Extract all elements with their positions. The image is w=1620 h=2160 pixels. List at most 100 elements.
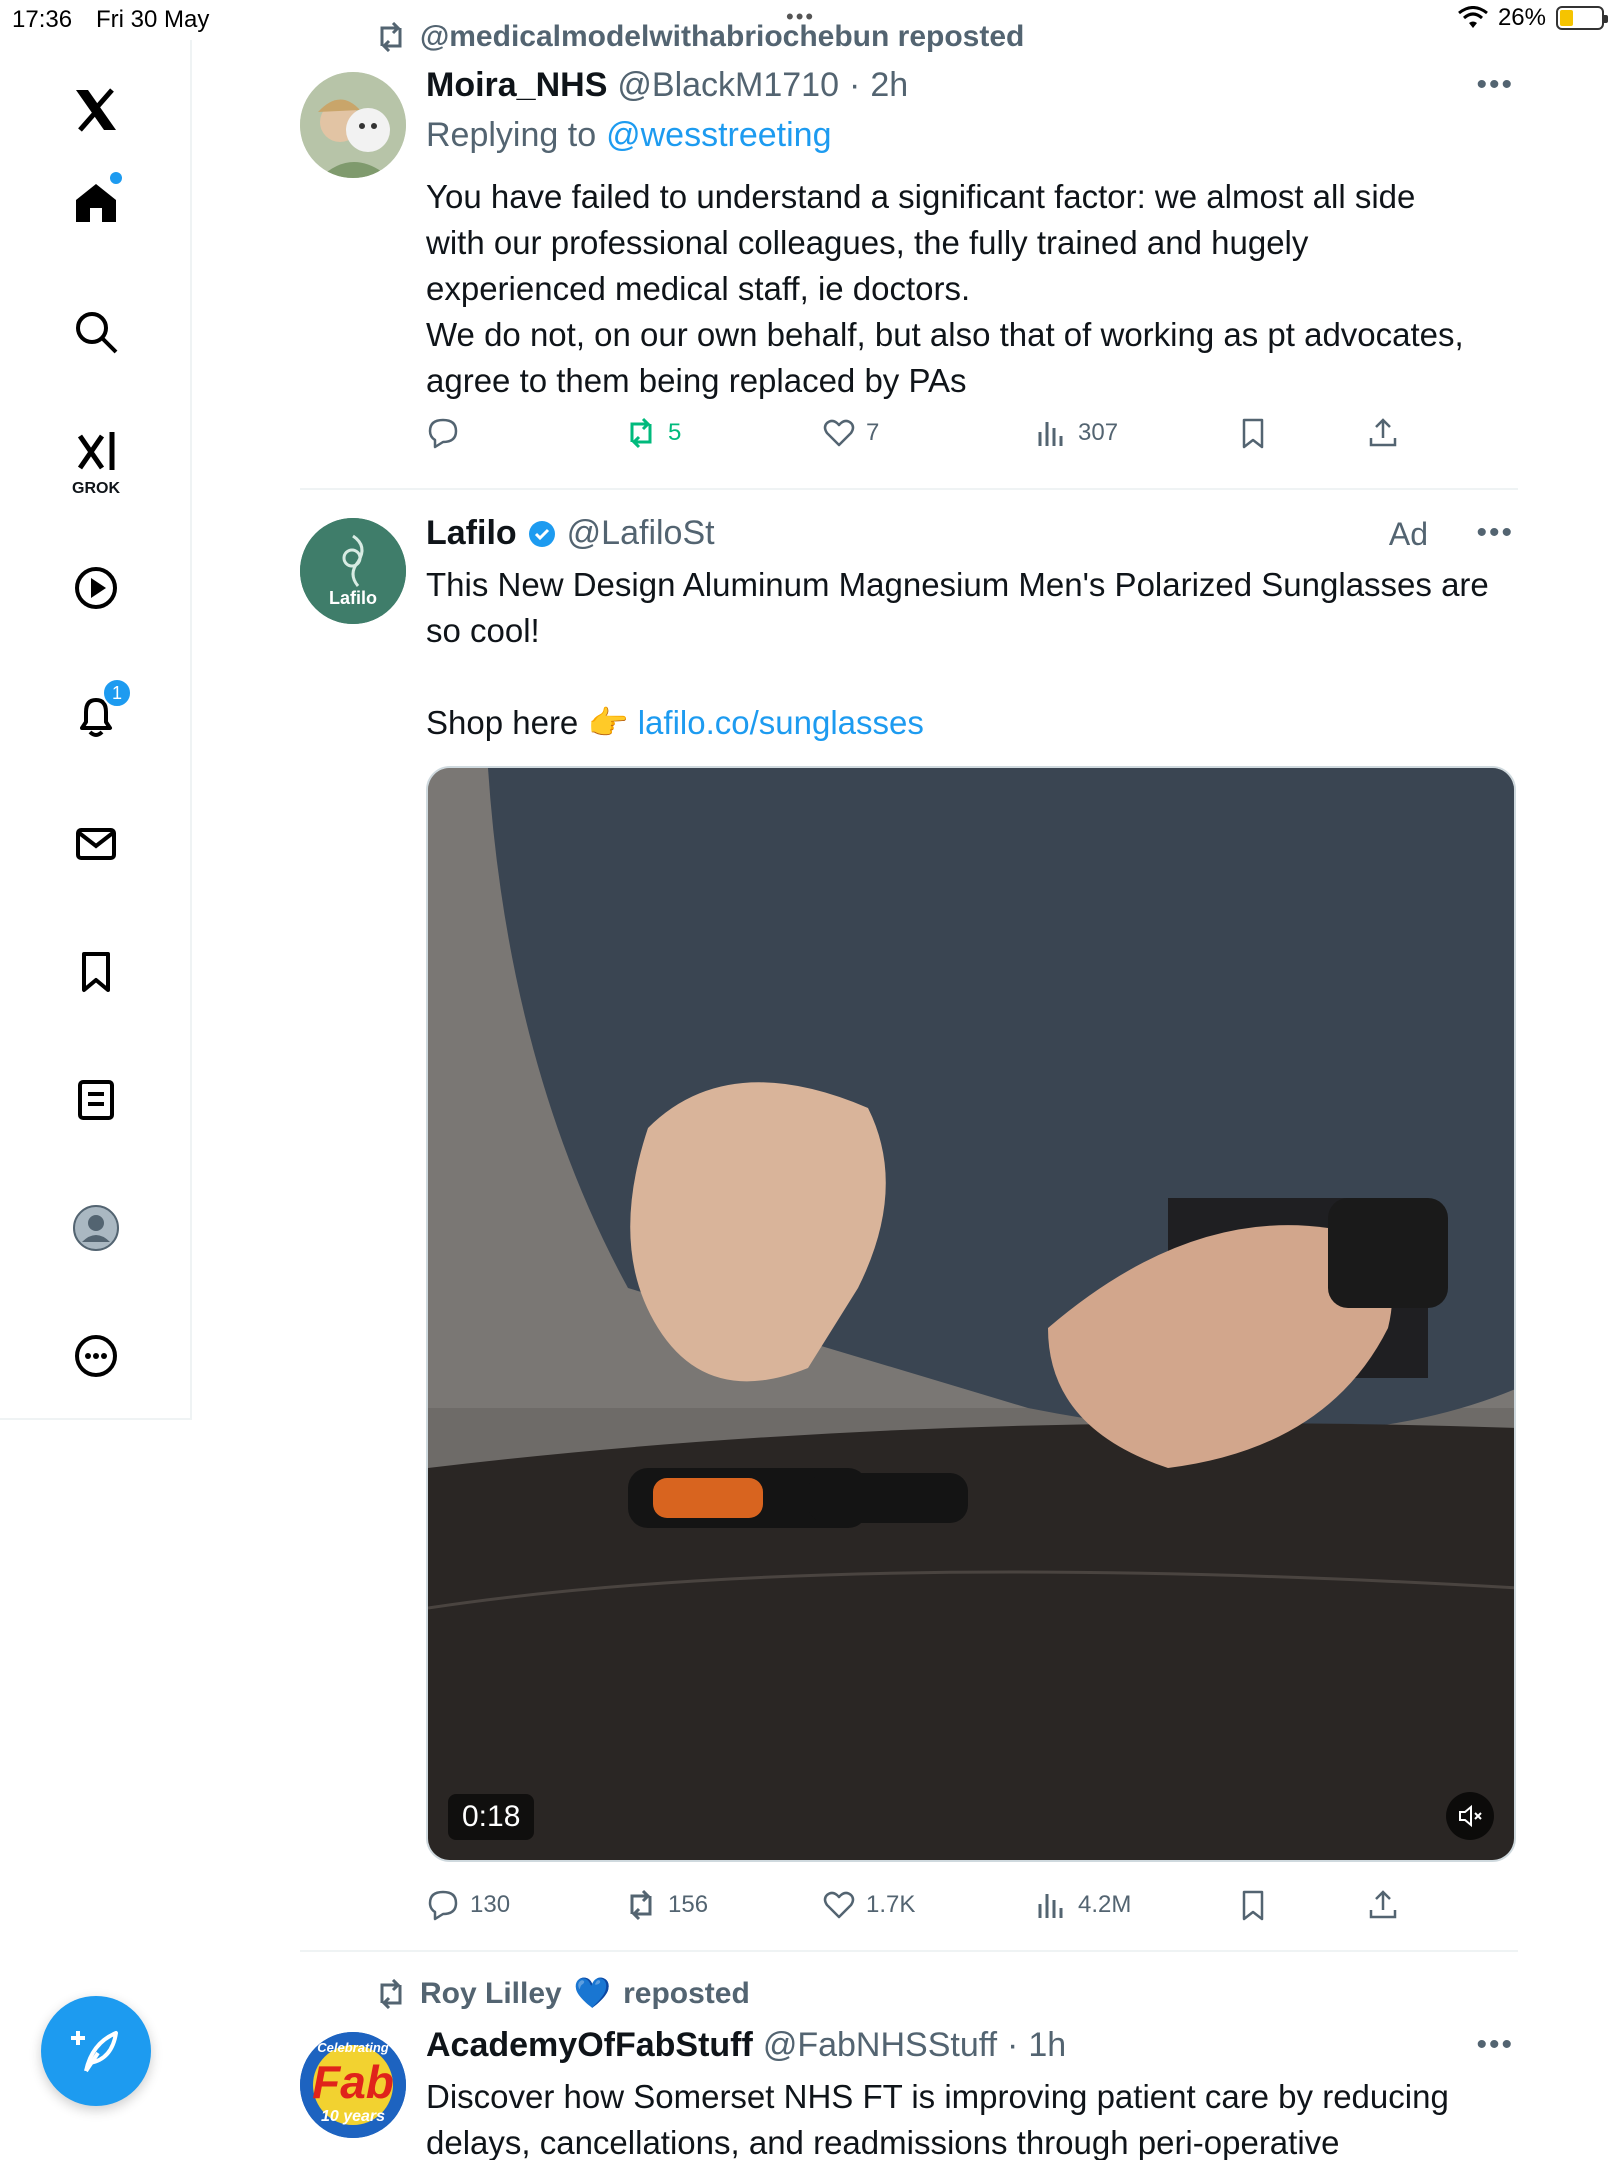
reply-button[interactable] [426,416,460,450]
author-handle[interactable]: @BlackM1710 [617,66,839,105]
bookmark-button[interactable] [1236,1888,1270,1922]
blue-heart-emoji: 💙 [573,1977,612,2010]
tweet-text-line: We do not, on our own behalf, but also t… [426,316,1464,353]
shop-link[interactable]: lafilo.co/sunglasses [638,704,924,741]
compose-post-button[interactable] [41,1996,151,2106]
lists-icon[interactable] [56,1060,136,1140]
tweet-text-line: delays, cancellations, and readmissions … [426,2124,1340,2160]
post-time[interactable]: 1h [1028,2026,1066,2065]
video-player[interactable]: 0:18 [426,766,1516,1862]
retweet-icon [630,417,652,449]
shop-prefix: Shop here 👉 [426,704,629,741]
mute-button[interactable] [1446,1792,1494,1840]
reply-count: 130 [470,1891,511,1918]
reply-button[interactable]: 130 [426,1888,510,1922]
tweet-text-line: so cool! [426,612,540,649]
share-button[interactable] [1366,416,1400,450]
notifications-badge: 1 [102,678,132,708]
tweet-text-line: agree to them being replaced by PAs [426,362,967,399]
more-menu-icon[interactable]: ••• [1476,516,1514,550]
bookmark-button[interactable] [1236,416,1270,450]
replying-to: Replying to @wesstreeting [426,116,832,155]
replying-prefix: Replying to [426,116,597,154]
avatar-fab-mid: Fab [312,2056,394,2108]
home-icon[interactable] [56,162,136,242]
tweet-text-line: You have failed to understand a signific… [426,178,1416,215]
video-frame [428,768,1514,1860]
views-count: 307 [1078,419,1119,446]
x-logo-icon[interactable] [56,70,136,150]
tweet-header: Lafilo @LafiloSt [426,514,715,553]
home-unread-dot [110,172,122,184]
tweet-actions: 5 7 307 [426,416,1406,466]
heart-icon [823,1891,855,1919]
avatar-fab-top: Celebrating [317,2040,389,2055]
like-count: 7 [866,419,880,446]
post-time[interactable]: 2h [870,66,908,105]
retweet-count: 156 [668,1891,709,1918]
author-name[interactable]: AcademyOfFabStuff [426,2026,753,2065]
views-button[interactable]: 4.2M [1034,1888,1131,1922]
views-count: 4.2M [1078,1891,1132,1918]
more-menu-icon[interactable]: ••• [1476,2028,1514,2062]
more-menu-icon[interactable]: ••• [1476,68,1514,102]
retweet-count: 5 [668,419,682,446]
tweet-moira[interactable]: @medicalmodelwithabriochebun reposted Mo… [300,0,1518,490]
retweet-button[interactable]: 156 [624,1888,708,1922]
avatar-lafilo[interactable]: Lafilo [300,518,406,624]
bookmarks-icon[interactable] [56,932,136,1012]
notifications-bell-icon[interactable]: 1 [56,676,136,756]
tweet-academyoffabstuff[interactable]: Roy Lilley 💙 reposted Celebrating Fab 10… [300,1952,1518,2160]
messages-mail-icon[interactable] [56,804,136,884]
compose-feather-icon [71,2031,118,2073]
status-date: Fri 30 May [96,6,210,33]
tweet-lafilo-ad[interactable]: Lafilo Lafilo @LafiloSt Ad ••• This New … [300,490,1518,1948]
battery-icon [1556,6,1608,30]
author-name[interactable]: Moira_NHS [426,66,607,105]
separator: · [849,66,861,104]
repost-by: @medicalmodelwithabriochebun reposted [420,20,1025,53]
avatar-lafilo-text: Lafilo [329,588,377,608]
grok-label: GROK [72,480,120,497]
video-play-icon[interactable] [56,548,136,628]
share-icon [1369,418,1397,447]
more-options-icon[interactable] [56,1316,136,1396]
like-count: 1.7K [866,1891,916,1918]
video-duration: 0:18 [448,1794,535,1840]
bookmark-icon [1242,1890,1264,1921]
tweet-text-line: Discover how Somerset NHS FT is improvin… [426,2078,1449,2115]
like-button[interactable]: 7 [822,416,879,450]
shop-line: Shop here 👉 lafilo.co/sunglasses [426,700,1516,746]
author-handle[interactable]: @LafiloSt [567,514,715,553]
verified-badge-icon [528,520,555,547]
repost-by: Roy Lilley [420,1976,562,2010]
avatar-academyoffabstuff[interactable]: Celebrating Fab 10 years [300,2032,406,2138]
bookmark-icon [1242,418,1264,449]
views-button[interactable]: 307 [1034,416,1118,450]
tweet-text-line: with our professional colleagues, the fu… [426,224,1309,261]
tweet-text: You have failed to understand a signific… [426,174,1516,404]
grok-icon[interactable]: GROK [56,412,136,497]
repost-icon [380,1978,402,2009]
tweet-text: Discover how Somerset NHS FT is improvin… [426,2074,1516,2160]
retweet-icon [630,1889,652,1921]
retweet-button[interactable]: 5 [624,416,681,450]
tweet-actions: 130 156 1.7K 4.2M [426,1888,1406,1938]
search-icon[interactable] [56,292,136,372]
share-button[interactable] [1366,1888,1400,1922]
repost-indicator: Roy Lilley 💙 reposted [374,1976,750,2011]
author-handle[interactable]: @FabNHSStuff [763,2026,997,2065]
status-time: 17:36 [12,6,73,33]
repost-indicator: @medicalmodelwithabriochebun reposted [374,20,1024,54]
repost-icon [380,22,402,52]
replying-to-link[interactable]: @wesstreeting [606,116,831,155]
heart-icon [823,419,855,447]
reply-icon [428,1890,458,1921]
separator: · [1007,2026,1019,2064]
sidebar: GROK 1 [0,40,192,1420]
like-button[interactable]: 1.7K [822,1888,915,1922]
author-name[interactable]: Lafilo [426,514,517,553]
profile-avatar-icon[interactable] [56,1188,136,1268]
avatar-moira[interactable] [300,72,406,178]
views-chart-icon [1038,1894,1063,1918]
